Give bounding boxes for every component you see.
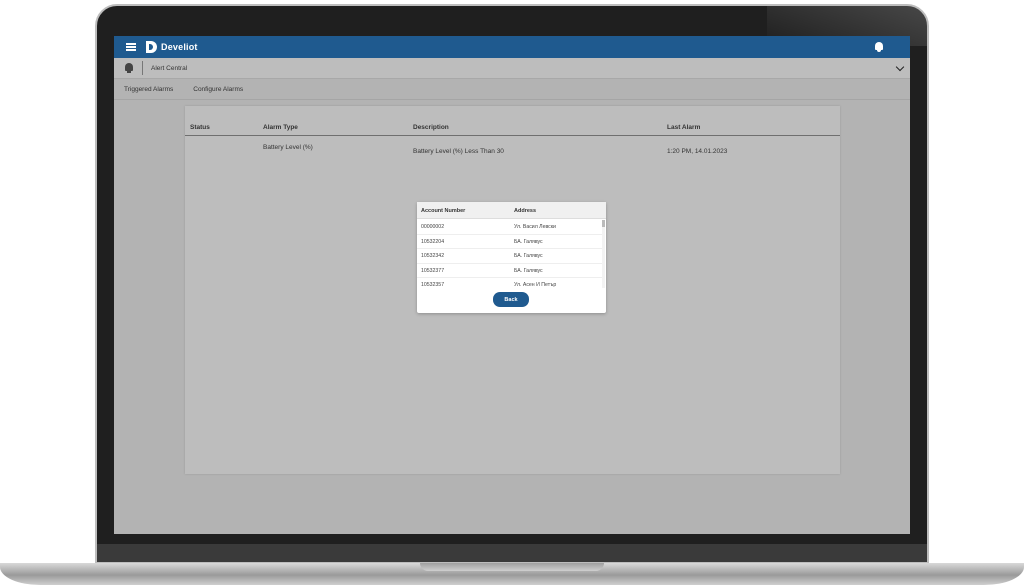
account-address: Ул. Васил Левски — [514, 224, 556, 230]
notifications-bell-icon[interactable] — [874, 42, 884, 52]
account-address: БА. Галявус — [514, 238, 543, 245]
list-item[interactable]: 10532357 Ул. Асен И Петър — [417, 278, 602, 288]
header-divider — [142, 61, 143, 75]
account-number: 10532204 — [421, 238, 445, 245]
chevron-down-icon[interactable] — [896, 64, 904, 72]
top-navbar: Develiot — [114, 36, 910, 58]
table-header: Status Alarm Type Description Last Alarm — [185, 120, 840, 136]
brand-logo-icon — [146, 41, 158, 53]
tab-bar: Triggered Alarms Configure Alarms — [114, 80, 910, 100]
account-number: 00000002 — [421, 224, 445, 230]
list-item[interactable]: 10532204 БА. Галявус — [417, 235, 602, 249]
cell-alarm-type: Battery Level (%) — [263, 144, 313, 151]
cell-last-alarm: 1:20 PM, 14.01.2023 — [667, 148, 728, 155]
account-number: 10532342 — [421, 253, 445, 259]
menu-icon[interactable] — [126, 43, 136, 51]
section-header: Alert Central — [114, 58, 910, 79]
account-address: БА. Галявус — [514, 253, 543, 259]
section-title: Alert Central — [151, 64, 188, 72]
list-item[interactable]: 00000002 Ул. Васил Левски — [417, 220, 602, 235]
laptop-notch — [420, 563, 604, 571]
account-address: Ул. Асен И Петър — [514, 282, 557, 288]
back-button[interactable]: Back — [493, 292, 529, 307]
tab-triggered-alarms[interactable]: Triggered Alarms — [124, 86, 173, 93]
modal-header-account: Account Number — [421, 208, 466, 214]
accounts-modal: Account Number Address 00000002 Ул. Васи… — [417, 202, 606, 313]
account-number: 10532377 — [421, 267, 445, 274]
header-description: Description — [413, 124, 449, 131]
account-number: 10532357 — [421, 282, 445, 288]
modal-header-address: Address — [514, 208, 537, 214]
scrollbar-thumb[interactable] — [602, 220, 605, 227]
modal-scrollbar[interactable] — [602, 220, 605, 288]
tab-configure-alarms[interactable]: Configure Alarms — [193, 86, 243, 93]
screen-bezel — [97, 544, 927, 562]
list-item[interactable]: 10532342 БА. Галявус — [417, 249, 602, 264]
header-alarm-type: Alarm Type — [263, 124, 298, 131]
modal-table-header: Account Number Address — [417, 202, 606, 219]
brand-name: Develiot — [161, 42, 198, 52]
header-status: Status — [190, 124, 210, 131]
cell-description: Battery Level (%) Less Than 30 — [413, 148, 504, 155]
app-screen: Develiot Alert Central Triggered Alarms … — [114, 36, 910, 534]
table-row[interactable]: Battery Level (%) Battery Level (%) Less… — [185, 142, 840, 158]
modal-list[interactable]: 00000002 Ул. Васил Левски 10532204 БА. Г… — [417, 220, 602, 288]
list-item[interactable]: 10532377 БА. Галявус — [417, 264, 602, 278]
account-address: БА. Галявус — [514, 267, 543, 274]
header-last-alarm: Last Alarm — [667, 124, 701, 131]
alert-bell-icon — [124, 63, 134, 73]
